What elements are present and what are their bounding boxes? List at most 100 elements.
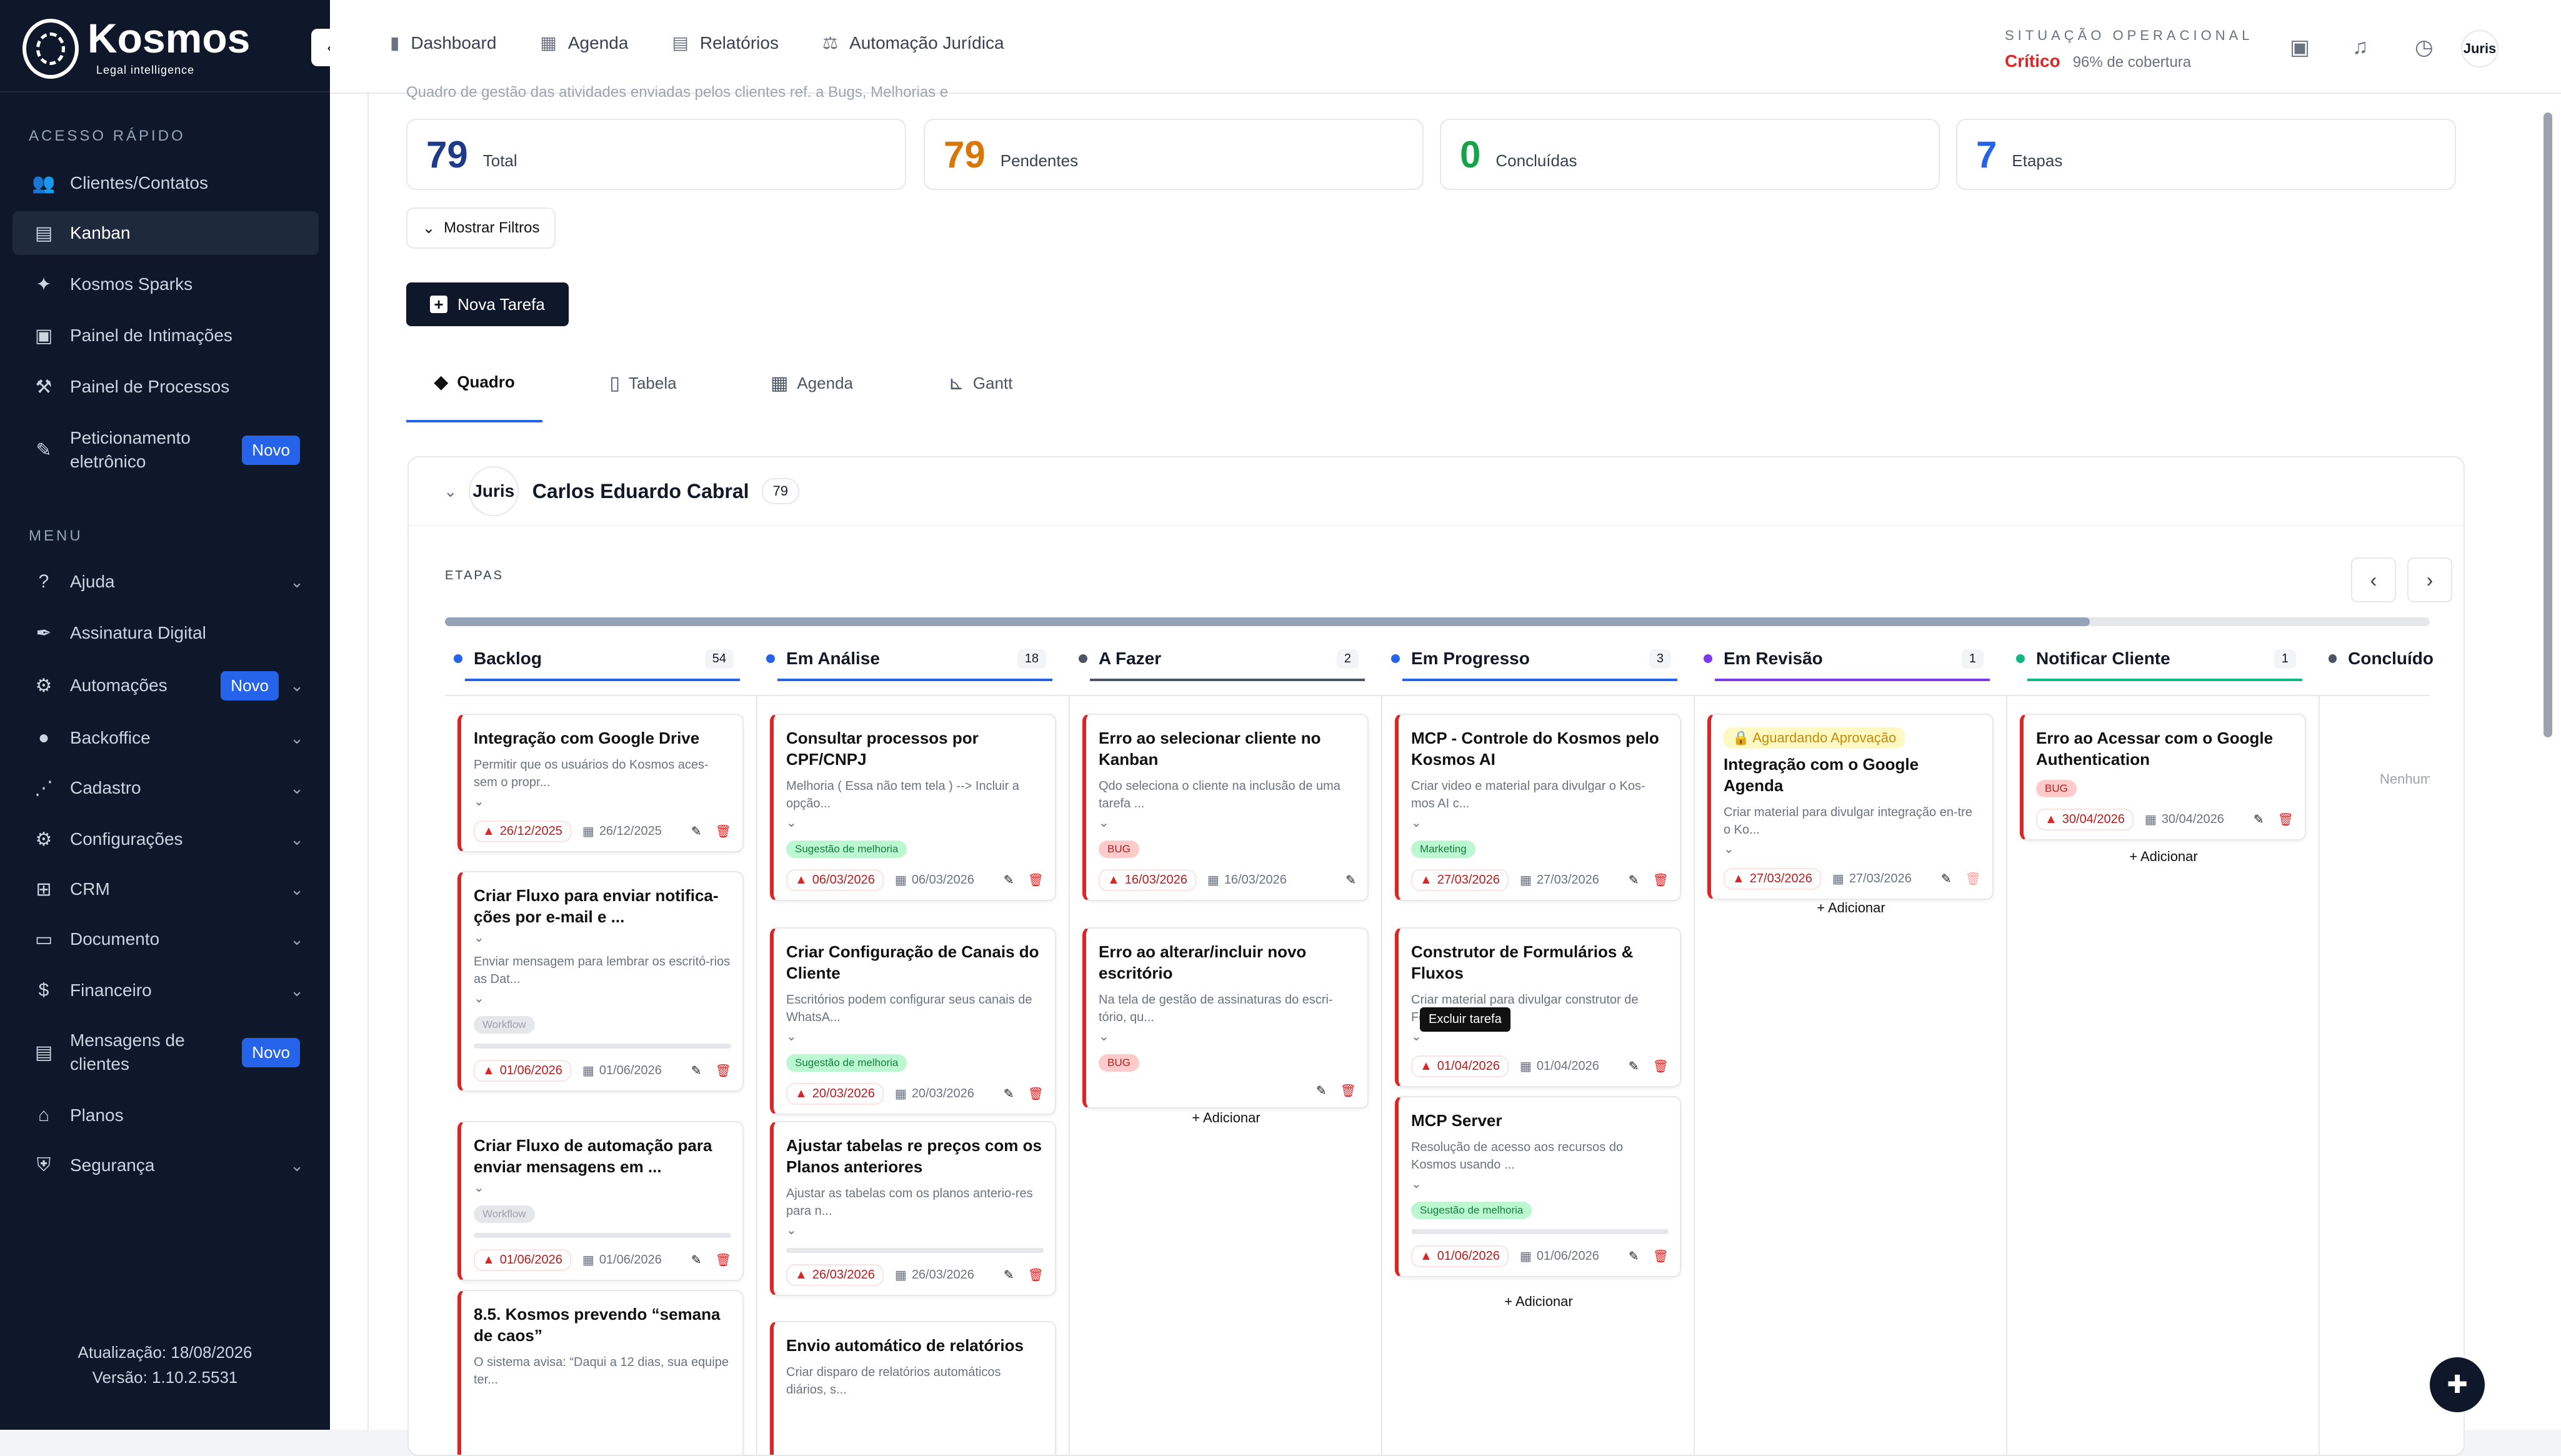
sidebar-item-configuracoes[interactable]: ⚙ Configurações ⌄ [12, 817, 319, 861]
user-avatar[interactable]: Juris [2461, 30, 2499, 67]
contact-card-icon[interactable]: ▣ [2290, 35, 2317, 62]
delete-icon[interactable]: 🗑 [1028, 1267, 1044, 1283]
sidebar-item-seguranca[interactable]: ⛨ Segurança ⌄ [12, 1144, 319, 1187]
task-card[interactable]: 8.5. Kosmos prevendo “semana de caos” O … [457, 1290, 744, 1455]
sidebar-item-clientes[interactable]: 👥 Clientes/Contatos [12, 161, 319, 205]
column-header-concluido[interactable]: Concluído [2321, 639, 2434, 679]
delete-icon[interactable]: 🗑 [2278, 812, 2294, 827]
edit-icon[interactable]: ✎ [1004, 1267, 1014, 1283]
vertical-scrollbar[interactable] [2544, 112, 2552, 737]
delete-icon[interactable]: 🗑 [1340, 1083, 1356, 1099]
expand-chevron-icon[interactable]: ⌄ [1411, 815, 1669, 830]
sidebar-item-crm[interactable]: ⊞ CRM ⌄ [12, 867, 319, 911]
nav-relatorios[interactable]: ▤ Relatórios [672, 32, 779, 53]
task-card[interactable]: Criar Configuração de Canais do Cliente … [770, 927, 1056, 1115]
sidebar-item-automacoes[interactable]: ⚙ Automações Novo ⌄ [12, 664, 319, 707]
sidebar-item-backoffice[interactable]: ● Backoffice ⌄ [12, 716, 319, 760]
edit-icon[interactable]: ✎ [1629, 1059, 1639, 1074]
task-card[interactable]: Criar Fluxo para enviar notifica-ções po… [457, 871, 744, 1092]
show-filters-button[interactable]: ⌄ Mostrar Filtros [406, 207, 556, 249]
column-header-em-analise[interactable]: Em Análise 18 [759, 639, 1052, 681]
column-header-backlog[interactable]: Backlog 54 [446, 639, 740, 681]
delete-icon[interactable]: 🗑 [716, 1252, 731, 1268]
expand-chevron-icon[interactable]: ⌄ [1099, 1029, 1356, 1044]
edit-icon[interactable]: ✎ [2254, 812, 2264, 827]
edit-icon[interactable]: ✎ [1629, 872, 1639, 888]
scroll-left-button[interactable]: ‹ [2351, 557, 2396, 602]
expand-chevron-icon[interactable]: ⌄ [786, 815, 1044, 830]
tab-tabela[interactable]: ▯ Tabela [575, 344, 711, 422]
task-card[interactable]: Ajustar tabelas re preços com os Planos … [770, 1121, 1056, 1296]
sidebar-item-kanban[interactable]: ▤ Kanban [12, 211, 319, 255]
tab-gantt[interactable]: ⊾ Gantt [912, 344, 1049, 422]
task-card[interactable]: Erro ao Acessar com o Google Authenticat… [2020, 714, 2306, 840]
column-header-a-fazer[interactable]: A Fazer 2 [1071, 639, 1365, 681]
edit-icon[interactable]: ✎ [1629, 1249, 1639, 1264]
task-card[interactable]: MCP - Controle do Kosmos pelo Kosmos AI … [1395, 714, 1681, 901]
horizontal-scrollbar[interactable] [445, 617, 2430, 626]
edit-icon[interactable]: ✎ [1941, 871, 1952, 887]
add-task-link[interactable]: + Adicionar [1070, 1110, 1382, 1126]
sidebar-item-financeiro[interactable]: $ Financeiro ⌄ [12, 969, 319, 1012]
tab-agenda[interactable]: ▦ Agenda [744, 344, 880, 422]
expand-chevron-icon[interactable]: ⌄ [1724, 841, 1981, 857]
task-card[interactable]: Erro ao selecionar cliente no Kanban Qdo… [1082, 714, 1369, 901]
scrollbar-thumb[interactable] [445, 617, 2090, 626]
tab-quadro[interactable]: ◆ Quadro [406, 344, 542, 422]
add-task-link[interactable]: + Adicionar [1382, 1294, 1695, 1310]
bell-icon[interactable]: ♫ [2352, 35, 2380, 62]
edit-icon[interactable]: ✎ [1316, 1083, 1327, 1099]
sidebar-item-planos[interactable]: ⌂ Planos [12, 1094, 319, 1137]
delete-icon[interactable]: 🗑 [716, 824, 731, 839]
expand-chevron-icon[interactable]: ⌄ [474, 930, 731, 945]
task-card[interactable]: Integração com Google Drive Permitir que… [457, 714, 744, 852]
board-owner-header[interactable]: ⌄ Juris Carlos Eduardo Cabral 79 [409, 457, 2464, 526]
add-task-link[interactable]: + Adicionar [1695, 900, 2007, 916]
delete-icon[interactable]: 🗑 [1653, 1059, 1669, 1074]
sidebar-item-sparks[interactable]: ✦ Kosmos Sparks [12, 262, 319, 306]
sidebar-item-peticionamento[interactable]: ✎ Peticionamento eletrônico Novo [12, 420, 319, 480]
delete-icon[interactable]: 🗑 [1653, 1249, 1669, 1264]
expand-chevron-icon[interactable]: ⌄ [786, 1222, 1044, 1238]
delete-icon[interactable]: 🗑 [1965, 871, 1981, 887]
sidebar-item-mensagens[interactable]: ▤ Mensagens de clientes Novo [12, 1022, 319, 1082]
task-card[interactable]: Erro ao alterar/incluir novo escritório … [1082, 927, 1369, 1109]
add-task-link[interactable]: + Adicionar [2007, 849, 2320, 865]
sidebar-item-processos[interactable]: ⚒ Painel de Processos [12, 365, 319, 409]
expand-chevron-icon[interactable]: ⌄ [474, 1180, 731, 1195]
sidebar-item-cadastro[interactable]: ⋰ Cadastro ⌄ [12, 766, 319, 810]
scroll-right-button[interactable]: › [2407, 557, 2452, 602]
task-card[interactable]: Criar Fluxo de automação para enviar men… [457, 1121, 744, 1281]
expand-chevron-icon[interactable]: ⌄ [1099, 815, 1356, 830]
delete-icon[interactable]: 🗑 [1028, 1086, 1044, 1102]
task-card[interactable]: 🔒 Aguardando Aprovação Integração com o … [1707, 714, 1994, 900]
new-task-button[interactable]: + Nova Tarefa [406, 282, 569, 326]
task-card[interactable]: MCP Server Resolução de acesso aos recur… [1395, 1096, 1681, 1277]
expand-chevron-icon[interactable]: ⌄ [786, 1029, 1044, 1044]
column-header-em-progresso[interactable]: Em Progresso 3 [1384, 639, 1677, 681]
expand-chevron-icon[interactable]: ⌄ [474, 794, 731, 809]
column-header-notificar-cliente[interactable]: Notificar Cliente 1 [2009, 639, 2302, 681]
delete-icon[interactable]: 🗑 [1028, 872, 1044, 888]
edit-icon[interactable]: ✎ [1345, 872, 1356, 888]
sidebar-item-assinatura[interactable]: ✒ Assinatura Digital [12, 611, 319, 655]
clock-icon[interactable]: ◷ [2415, 35, 2442, 62]
edit-icon[interactable]: ✎ [691, 824, 702, 839]
column-header-em-revisao[interactable]: Em Revisão 1 [1696, 639, 1990, 681]
edit-icon[interactable]: ✎ [691, 1252, 702, 1268]
nav-dashboard[interactable]: ▮ Dashboard [390, 32, 496, 53]
nav-automacao-juridica[interactable]: ⚖ Automação Jurídica [822, 32, 1004, 53]
task-card[interactable]: Envio automático de relatórios Criar dis… [770, 1321, 1056, 1455]
task-card[interactable]: Consultar processos por CPF/CNPJ Melhori… [770, 714, 1056, 901]
ai-assistant-button[interactable]: ✚ [2430, 1357, 2485, 1412]
expand-chevron-icon[interactable]: ⌄ [474, 990, 731, 1006]
brand[interactable]: Kosmos Legal intelligence [22, 17, 250, 79]
sidebar-item-intimacoes[interactable]: ▣ Painel de Intimações [12, 314, 319, 357]
sidebar-item-documento[interactable]: ▭ Documento ⌄ [12, 917, 319, 961]
sidebar-item-ajuda[interactable]: ? Ajuda ⌄ [12, 560, 319, 604]
chevron-down-icon[interactable]: ⌄ [444, 482, 457, 501]
delete-icon[interactable]: 🗑 [1653, 872, 1669, 888]
edit-icon[interactable]: ✎ [691, 1063, 702, 1079]
edit-icon[interactable]: ✎ [1004, 1086, 1014, 1102]
delete-icon[interactable]: 🗑 [716, 1063, 731, 1079]
